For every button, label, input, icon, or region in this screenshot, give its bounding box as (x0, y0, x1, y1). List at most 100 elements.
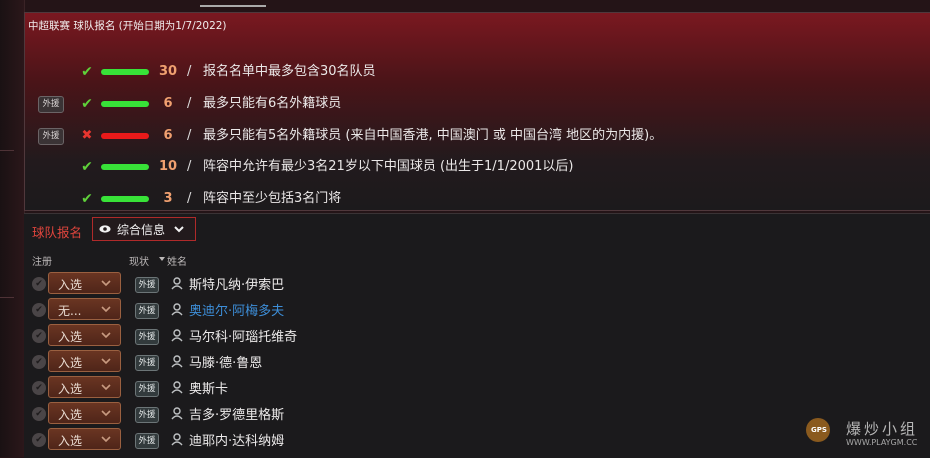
chevron-down-icon (101, 436, 111, 443)
foreign-player-tag: 外援 (135, 381, 159, 397)
rule-text: 阵容中至少包括3名门将 (203, 191, 342, 206)
squad-status-dropdown[interactable]: 无... (48, 298, 121, 320)
chevron-down-icon (101, 306, 111, 313)
player-name-link[interactable]: 斯特凡纳·伊索巴 (189, 274, 284, 293)
view-selector-value: 综合信息 (117, 223, 166, 237)
register-check-icon[interactable]: ✔ (32, 277, 46, 291)
rule-row: 外援 ✔ 6 / 最多只能有6名外籍球员 (25, 94, 905, 114)
register-check-icon[interactable]: ✔ (32, 407, 46, 421)
site-watermark: GPS 爆炒小组 WWW.PLAYGM.CC (798, 410, 930, 457)
squad-status-value: 入选 (58, 434, 83, 448)
register-check-icon[interactable]: ✔ (32, 433, 46, 447)
check-icon: ✔ (81, 159, 93, 175)
column-header-name[interactable]: 姓名 (167, 253, 187, 268)
rule-separator: / (187, 96, 192, 111)
rule-text: 最多只能有5名外籍球员 (来自中国香港, 中国澳门 或 中国台湾 地区的为内援)… (203, 128, 663, 143)
player-name-link[interactable]: 马尔科·阿瑙托维奇 (189, 326, 297, 345)
column-header-status[interactable]: 现状 (129, 253, 149, 268)
squad-status-dropdown[interactable]: 入选 (48, 402, 121, 424)
squad-status-value: 入选 (58, 408, 83, 422)
chevron-down-icon (174, 226, 184, 233)
player-row[interactable]: ✔ 入选 外援 迪耶内·达科纳姆 (24, 428, 930, 452)
squad-status-value: 无... (58, 304, 82, 318)
rule-count: 3 (163, 191, 173, 206)
squad-status-dropdown[interactable]: 入选 (48, 428, 121, 450)
player-name-link[interactable]: 奥迪尔·阿梅多夫 (189, 300, 284, 319)
left-panel-edge (0, 0, 25, 457)
squad-status-dropdown[interactable]: 入选 (48, 272, 121, 294)
squad-status-dropdown[interactable]: 入选 (48, 376, 121, 398)
player-name-link[interactable]: 奥斯卡 (189, 378, 228, 397)
chevron-down-icon (101, 384, 111, 391)
person-icon (171, 329, 183, 342)
rule-separator: / (187, 64, 192, 79)
roster-panel: 球队报名 综合信息 注册 现状 姓名 ✔ 入选 外援 斯特凡纳·伊索巴 ✔ 无... 外援奥… (24, 213, 930, 458)
roster-label: 球队报名 (32, 225, 83, 240)
rule-separator: / (187, 191, 192, 206)
rule-text: 最多只能有6名外籍球员 (203, 96, 342, 111)
sort-desc-icon (159, 257, 165, 261)
panel-title: 中超联赛 球队报名 (开始日期为1/7/2022) (28, 20, 227, 32)
foreign-player-tag: 外援 (38, 128, 64, 145)
rule-row: ✔ 30 / 报名名单中最多包含30名队员 (25, 62, 905, 82)
check-icon: ✔ (81, 64, 93, 80)
player-row[interactable]: ✔ 无... 外援 奥迪尔·阿梅多夫 (24, 298, 930, 322)
rule-status-bar (101, 196, 149, 202)
rule-status-bar (101, 133, 149, 139)
rule-separator: / (187, 159, 192, 174)
register-check-icon[interactable]: ✔ (32, 303, 46, 317)
column-header-register[interactable]: 注册 (32, 253, 52, 268)
squad-status-value: 入选 (58, 330, 83, 344)
foreign-player-tag: 外援 (135, 407, 159, 423)
register-check-icon[interactable]: ✔ (32, 381, 46, 395)
rule-row: ✔ 3 / 阵容中至少包括3名门将 (25, 189, 905, 209)
person-icon (171, 303, 183, 316)
squad-status-value: 入选 (58, 356, 83, 370)
rule-row: ✔ 10 / 阵容中允许有最少3名21岁以下中国球员 (出生于1/1/2001以后) (25, 157, 905, 177)
chevron-down-icon (101, 332, 111, 339)
squad-status-dropdown[interactable]: 入选 (48, 350, 121, 372)
squad-status-value: 入选 (58, 382, 83, 396)
watermark-url: WWW.PLAYGM.CC (846, 438, 918, 447)
rule-status-bar (101, 164, 149, 170)
player-name-link[interactable]: 马滕·德·鲁恩 (189, 352, 262, 371)
top-tab-indicator (200, 5, 266, 7)
person-icon (171, 433, 183, 446)
squad-status-value: 入选 (58, 278, 83, 292)
person-icon (171, 381, 183, 394)
rule-count: 10 (158, 159, 178, 174)
player-row[interactable]: ✔ 入选 外援 马尔科·阿瑙托维奇 (24, 324, 930, 348)
rule-status-bar (101, 69, 149, 75)
player-row[interactable]: ✔ 入选 外援 斯特凡纳·伊索巴 (24, 272, 930, 296)
view-selector-dropdown[interactable]: 综合信息 (92, 217, 196, 241)
player-row[interactable]: ✔ 入选 外援 马滕·德·鲁恩 (24, 350, 930, 374)
person-icon (171, 277, 183, 290)
rule-text: 报名名单中最多包含30名队员 (203, 64, 376, 79)
player-name-link[interactable]: 迪耶内·达科纳姆 (189, 430, 284, 449)
rule-status-bar (101, 101, 149, 107)
person-icon (171, 355, 183, 368)
registration-rules-panel: 中超联赛 球队报名 (开始日期为1/7/2022) ✔ 30 / 报名名单中最多包含3… (24, 12, 930, 211)
rule-count: 30 (158, 64, 178, 79)
check-icon: ✔ (81, 96, 93, 112)
rule-count: 6 (163, 96, 173, 111)
foreign-player-tag: 外援 (135, 329, 159, 345)
cross-icon: ✖ (81, 128, 93, 143)
chevron-down-icon (101, 280, 111, 287)
rule-text: 阵容中允许有最少3名21岁以下中国球员 (出生于1/1/2001以后) (203, 159, 574, 174)
player-row[interactable]: ✔ 入选 外援 吉多·罗德里格斯 (24, 402, 930, 426)
player-row[interactable]: ✔ 入选 外援 奥斯卡 (24, 376, 930, 400)
foreign-player-tag: 外援 (135, 355, 159, 371)
player-name-link[interactable]: 吉多·罗德里格斯 (189, 404, 284, 423)
foreign-player-tag: 外援 (135, 433, 159, 449)
register-check-icon[interactable]: ✔ (32, 329, 46, 343)
eye-icon (99, 225, 111, 233)
foreign-player-tag: 外援 (135, 303, 159, 319)
register-check-icon[interactable]: ✔ (32, 355, 46, 369)
person-icon (171, 407, 183, 420)
check-icon: ✔ (81, 191, 93, 207)
watermark-text: 爆炒小组 (846, 420, 919, 438)
rule-row: 外援 ✖ 6 / 最多只能有5名外籍球员 (来自中国香港, 中国澳门 或 中国台湾 地区… (25, 126, 905, 146)
foreign-player-tag: 外援 (38, 96, 64, 113)
squad-status-dropdown[interactable]: 入选 (48, 324, 121, 346)
